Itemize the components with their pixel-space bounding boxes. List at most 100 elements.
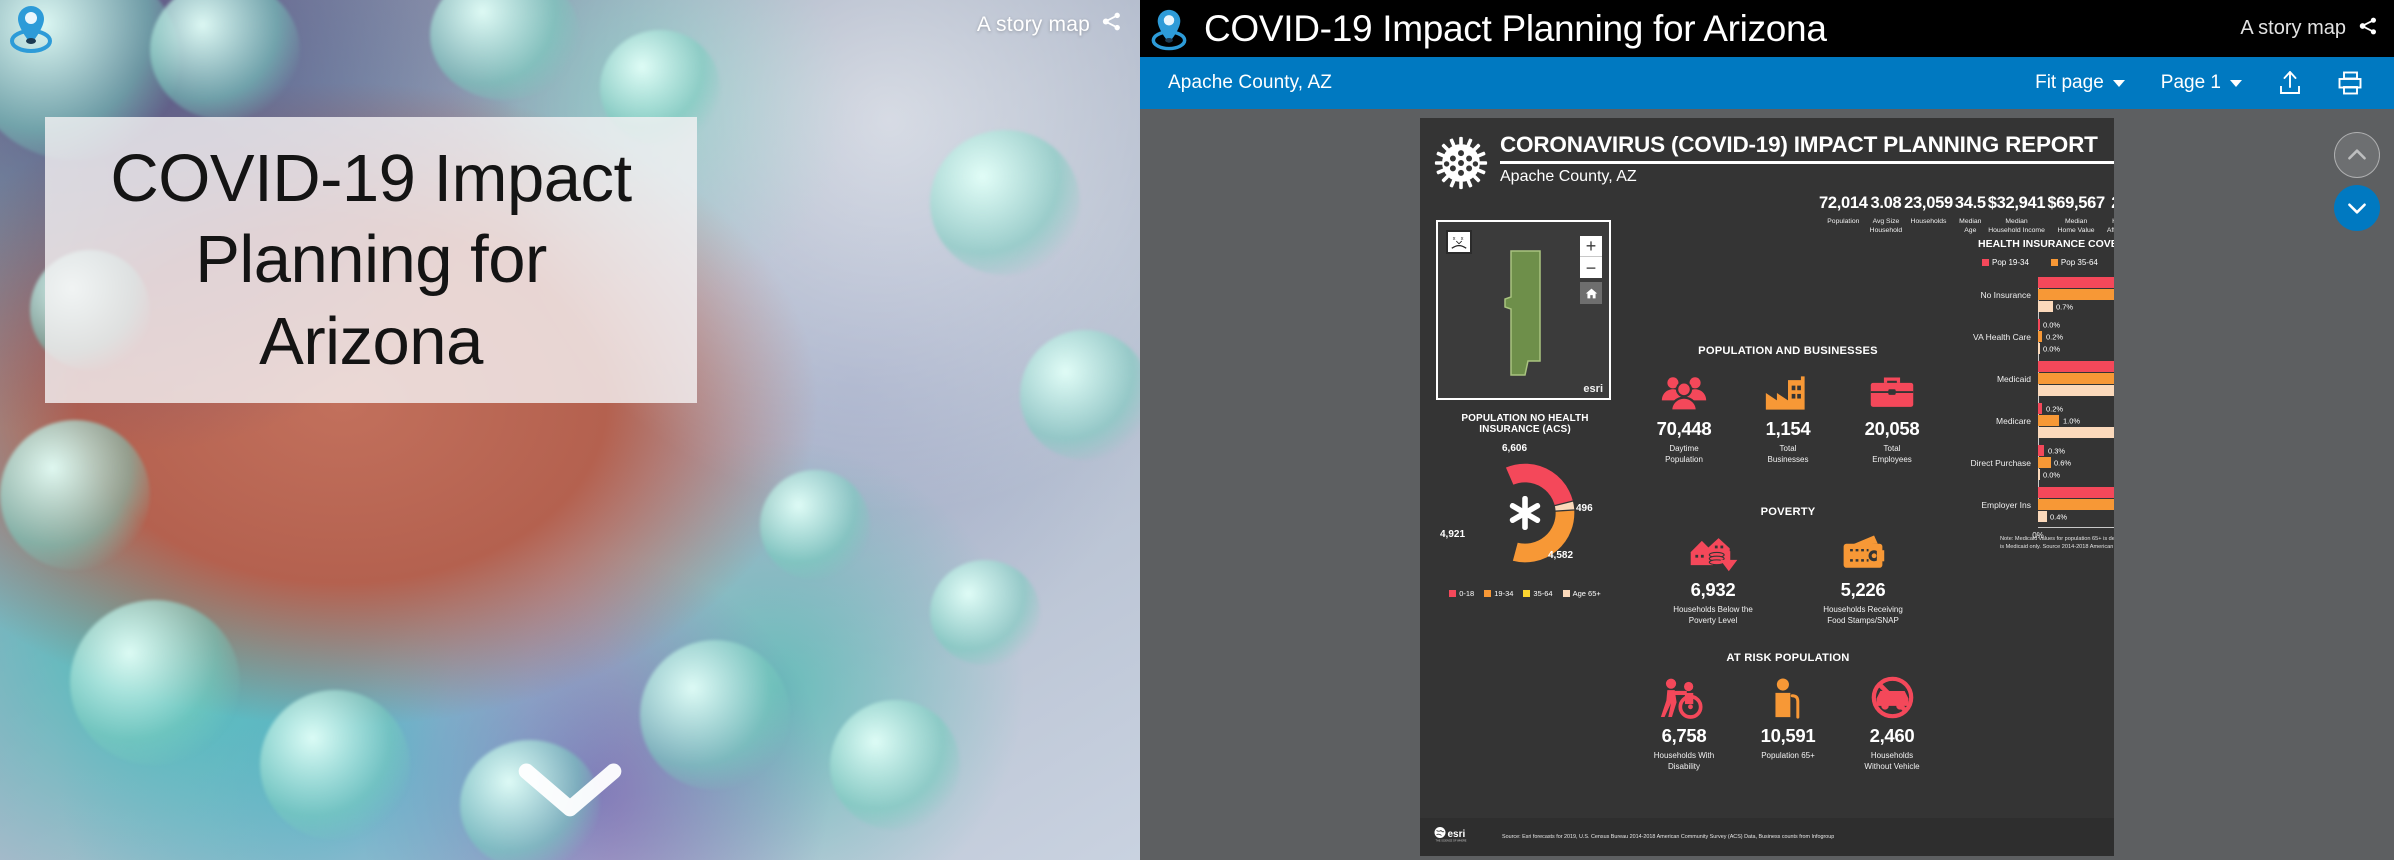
zoom-out-button[interactable]: − [1580,257,1602,278]
stat-value: 1,154 [1765,418,1811,439]
bar-value-label: 0.7% [2056,302,2074,311]
kpi-median-household-income: $32,941 Median Household Income [1987,194,2047,235]
chart-legend: Pop 19-34 Pop 35-64 Pop 65+ [1982,258,2114,267]
scroll-down-button[interactable] [0,763,1140,824]
kpi-label: Median Home Value [2057,218,2095,234]
table-row: 12.0% [2038,499,2114,510]
page-selector-label: Page 1 [2160,72,2221,93]
stat-daytime-population: 70,448 Daytime Population [1632,366,1736,465]
donut-label-65plus: 496 [1576,503,1593,514]
table-row: 5.1% [2038,427,2114,438]
legend-item-19-34: 19-34 [1484,589,1513,598]
kpi-median-age: 34.5 Median Age [1954,194,1987,235]
chart-footnote: Note: Medicaid values for population 65+… [2000,536,2114,551]
title-divider [1500,161,2114,164]
legend-label: 35-64 [1533,589,1553,598]
kpi-value: 72,014 [1819,194,1868,212]
factory-icon [1736,366,1840,412]
fit-page-dropdown[interactable]: Fit page [2017,66,2143,100]
report-viewer-panel: COVID-19 Impact Planning for Arizona A s… [1140,0,2394,860]
share-icon[interactable] [1101,11,1122,38]
zoom-in-button[interactable]: + [1580,236,1602,257]
table-row: 0.0% [2038,343,2114,354]
section-at-risk-population: AT RISK POPULATION 6,758 Households With… [1618,652,1958,772]
kpi-avg-household-size: 3.08 Avg Size Household [1869,194,1904,235]
viewer-storymap-badge[interactable]: A story map [2240,16,2378,42]
print-button[interactable] [2320,66,2380,100]
kpi-label: Households [1910,218,1947,225]
kpi-value: 236 [2107,194,2114,213]
chevron-down-icon [518,763,622,817]
next-section-button[interactable] [2334,185,2380,231]
table-row: 0.2% [2038,331,2114,342]
report-source-text: Source: Esri forecasts for 2019, U.S. Ce… [1502,834,1835,840]
page-selector-dropdown[interactable]: Page 1 [2143,66,2260,100]
section-heading: POPULATION AND BUSINESSES [1698,345,1878,357]
chart-title: HEALTH INSURANCE COVERAGE (ACS) [1978,238,2114,250]
previous-section-button[interactable] [2334,132,2380,178]
section-heading: AT RISK POPULATION [1726,652,1850,664]
kpi-value: 34.5 [1954,194,1986,212]
chevron-down-icon [2230,79,2242,87]
table-row: 1.0% [2038,415,2114,426]
stat-value: 20,058 [1864,418,1920,439]
house-money-down-icon [1638,527,1788,573]
kpi-strip: 72,014 Population 3.08 Avg Size Househol… [1818,194,2114,235]
bar-category-label: Medicare [1996,416,2031,426]
fit-page-label: Fit page [2035,72,2104,93]
legend-item-pop-19-34: Pop 19-34 [1982,258,2029,267]
table-row: 0.3% [2038,445,2114,456]
kpi-label: Avg Size Household [1869,218,1903,234]
legend-label: Pop 35-64 [2060,258,2098,267]
kpi-value: 3.08 [1870,194,1902,212]
table-row: 9.3% [2038,289,2114,300]
map-home-button[interactable] [1580,282,1602,304]
stat-value: 10,591 [1760,725,1816,746]
share-icon[interactable] [2358,16,2378,42]
stat-label: Total Businesses [1767,444,1809,464]
stat-label: Households With Disability [1653,751,1715,771]
cover-panel: A story map COVID-19 Impact Planning for… [0,0,1140,860]
medical-star-of-life-icon [1509,496,1541,530]
chevron-up-icon [2348,149,2366,160]
report-header: CORONAVIRUS (COVID-19) IMPACT PLANNING R… [1420,118,2114,195]
bar-value-label: 0.0% [2043,470,2061,479]
map-zoom-controls[interactable]: + − [1580,236,1602,278]
bar-value-label: 0.0% [2043,344,2061,353]
stat-value: 5,226 [1840,579,1886,600]
wheelchair-assist-icon [1632,673,1736,719]
home-icon [1585,288,1597,298]
legend-item-65plus: Age 65+ [1562,589,1601,598]
legend-label: 0-18 [1459,589,1475,598]
bar-category-label: Medicaid [1996,374,2031,384]
cover-storymap-label: A story map [976,12,1090,36]
stat-value: 6,758 [1661,725,1707,746]
export-upload-icon [2280,71,2300,94]
legend-item-pop-35-64: Pop 35-64 [2050,258,2098,267]
cover-title-card: COVID-19 Impact Planning for Arizona [45,117,697,403]
county-map[interactable]: x x + − esri [1436,220,1611,400]
kpi-value: $32,941 [1987,194,2046,212]
table-row: 0.7% [2038,301,2114,312]
map-pin-icon [1140,0,1198,57]
bar-group-no-insurance: No Insurance 7.0% 9.3% 0.7% [1980,277,2114,313]
bar-value-label: 0.2% [2046,332,2064,341]
export-button[interactable] [2260,66,2320,100]
bar-value-label: 0.6% [2054,458,2072,467]
map-marker-icon: x x [1446,230,1472,254]
table-row: 0.4% [2038,511,2114,522]
kpi-label: Median Age [1959,218,1982,234]
donut-legend: 0-18 19-34 35-64 Age 65+ [1430,589,1620,598]
cover-storymap-badge[interactable]: A story map [977,11,1122,38]
bar-value-label: 1.0% [2063,416,2081,425]
county-label: Apache County, AZ [1168,72,1332,93]
stat-value: 6,932 [1690,579,1736,600]
stat-label: Population 65+ [1761,751,1815,760]
chart-plot-area: No Insurance 7.0% 9.3% 0.7% VA Health Ca… [1971,277,2114,540]
stat-total-businesses: 1,154 Total Businesses [1736,366,1840,465]
section-heading: POVERTY [1760,506,1816,518]
svg-text:THE SCIENCE OF WHERE: THE SCIENCE OF WHERE [1436,840,1467,843]
donut-label-35-64: 6,606 [1502,443,1528,454]
section-poverty: POVERTY 6,932 Households Below the Pover… [1618,506,1958,626]
map-pin-icon [8,2,54,54]
